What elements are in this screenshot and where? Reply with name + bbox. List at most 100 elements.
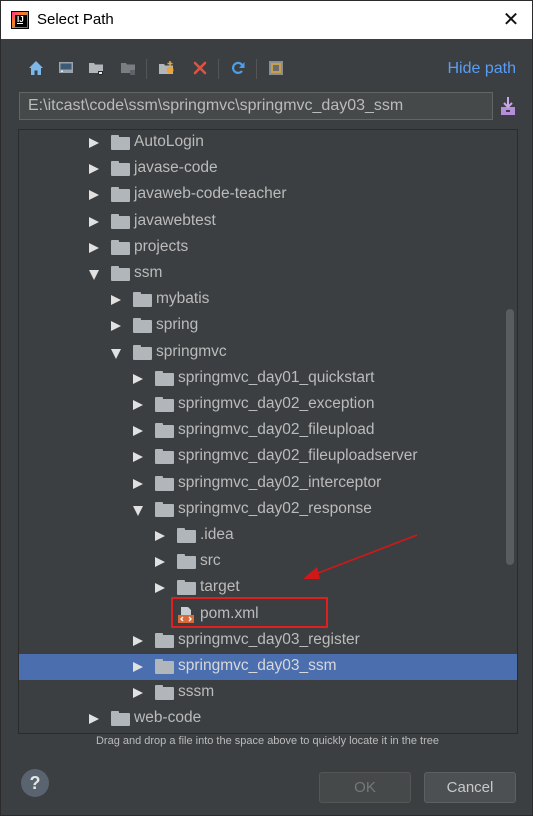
folder-icon — [155, 449, 174, 465]
tree-item-label: springmvc_day03_ssm — [178, 657, 337, 674]
tree-folder-item[interactable]: .idea — [19, 523, 517, 549]
collapsed-arrow-icon[interactable] — [155, 583, 165, 594]
tree-folder-item[interactable]: springmvc_day02_interceptor — [19, 471, 517, 497]
tree-item-label: projects — [134, 237, 189, 255]
folder-icon — [155, 501, 174, 517]
folder-icon — [111, 711, 130, 727]
folder-icon — [155, 659, 174, 674]
tree-folder-item[interactable]: AutoLogin — [19, 130, 517, 156]
tree-folder-item[interactable]: sssm — [19, 680, 517, 706]
help-button[interactable]: ? — [21, 769, 49, 797]
collapsed-arrow-icon[interactable] — [89, 216, 99, 227]
folder-icon — [155, 632, 174, 648]
tree-folder-item[interactable]: javase-code — [19, 156, 517, 182]
folder-icon — [111, 161, 130, 177]
delete-icon[interactable] — [189, 57, 211, 79]
show-hidden-icon[interactable] — [265, 57, 287, 79]
collapsed-arrow-icon[interactable] — [155, 557, 165, 568]
tree-item-label: springmvc — [156, 342, 227, 360]
path-input[interactable]: E:\itcast\code\ssm\springmvc\springmvc_d… — [19, 92, 493, 120]
tree-folder-item[interactable]: spring — [19, 313, 517, 339]
collapsed-arrow-icon[interactable] — [133, 400, 143, 410]
collapsed-arrow-icon[interactable] — [89, 164, 99, 175]
tree-folder-item[interactable]: springmvc_day02_fileuploadserver — [19, 444, 517, 470]
collapsed-arrow-icon[interactable] — [133, 662, 143, 672]
tree-folder-item[interactable]: springmvc_day02_response — [19, 497, 517, 523]
ok-button[interactable]: OK — [319, 772, 411, 803]
tree-folder-item[interactable]: mybatis — [19, 287, 517, 313]
expanded-arrow-icon[interactable] — [89, 270, 99, 280]
collapsed-arrow-icon[interactable] — [111, 321, 121, 332]
folder-icon — [177, 580, 196, 596]
tree-item-label: src — [200, 552, 221, 570]
collapsed-arrow-icon[interactable] — [133, 426, 143, 437]
folder-icon — [111, 266, 130, 281]
cancel-button[interactable]: Cancel — [424, 772, 516, 803]
collapsed-arrow-icon[interactable] — [133, 635, 143, 646]
folder-icon — [111, 187, 130, 203]
folder-icon — [111, 135, 130, 150]
tree-item-label: javaweb-code-teacher — [134, 185, 287, 203]
close-button[interactable]: ✕ — [496, 5, 526, 35]
collapsed-arrow-icon[interactable] — [155, 531, 165, 541]
tree-item-label: web-code — [134, 709, 202, 727]
folder-icon — [155, 370, 174, 386]
module-icon[interactable] — [117, 57, 139, 79]
tree-folder-item[interactable]: springmvc_day02_exception — [19, 392, 517, 418]
folder-icon — [155, 423, 174, 439]
tree-item-label: springmvc_day02_response — [178, 499, 372, 517]
tree-item-label: springmvc_day01_quickstart — [178, 368, 375, 386]
tree-item-label: spring — [156, 316, 199, 334]
tree-folder-item[interactable]: springmvc — [19, 340, 517, 366]
tree-folder-item[interactable]: projects — [19, 235, 517, 261]
folder-icon — [155, 475, 174, 491]
collapsed-arrow-icon[interactable] — [133, 373, 143, 384]
desktop-icon[interactable] — [55, 57, 77, 79]
folder-icon — [111, 239, 130, 255]
hide-path-link[interactable]: Hide path — [448, 60, 517, 78]
collapsed-arrow-icon[interactable] — [111, 295, 121, 306]
tree-folder-item[interactable]: src — [19, 549, 517, 575]
intellij-app-icon: IJ — [11, 11, 29, 29]
directory-tree[interactable]: AutoLogin javase-code javaweb-code-teacher… — [18, 129, 518, 734]
new-folder-icon[interactable] — [155, 57, 177, 79]
expanded-arrow-icon[interactable] — [111, 348, 121, 359]
collapsed-arrow-icon[interactable] — [133, 688, 143, 699]
tree-item-label: ssm — [134, 264, 163, 281]
annotation-arrow — [303, 534, 418, 579]
tree-item-label: target — [200, 578, 240, 596]
path-history-button[interactable] — [498, 95, 518, 117]
folder-icon — [177, 528, 196, 543]
folder-icon — [133, 318, 152, 334]
folder-icon — [111, 213, 130, 229]
collapsed-arrow-icon[interactable] — [133, 452, 143, 463]
collapsed-arrow-icon[interactable] — [89, 138, 99, 148]
tree-item-label: .idea — [200, 526, 234, 543]
window-title: Select Path — [37, 11, 114, 28]
tree-item-label: springmvc_day02_fileupload — [178, 421, 375, 439]
expanded-arrow-icon[interactable] — [133, 505, 143, 516]
collapsed-arrow-icon[interactable] — [89, 242, 99, 253]
tree-folder-item[interactable]: springmvc_day01_quickstart — [19, 366, 517, 392]
tree-item-label: springmvc_day03_register — [178, 630, 360, 648]
tree-item-label: mybatis — [156, 290, 210, 308]
tree-item-label: AutoLogin — [134, 133, 204, 150]
toolbar-separator — [218, 59, 219, 79]
tree-scrollbar[interactable] — [506, 309, 514, 565]
refresh-icon[interactable] — [227, 57, 249, 79]
home-icon[interactable] — [25, 57, 47, 79]
tree-folder-item[interactable]: springmvc_day02_fileupload — [19, 418, 517, 444]
tree-folder-item[interactable]: springmvc_day03_register — [19, 628, 517, 654]
tree-folder-item[interactable]: javawebtest — [19, 209, 517, 235]
tree-folder-item[interactable]: javaweb-code-teacher — [19, 182, 517, 208]
tree-folder-item[interactable]: ssm — [19, 261, 517, 287]
tree-folder-item[interactable]: web-code — [19, 706, 517, 732]
folder-icon — [133, 344, 152, 360]
select-path-dialog: IJ Select Path ✕ Hide path E:\itcast\cod… — [0, 0, 533, 816]
tree-folder-item[interactable]: springmvc_day03_ssm — [19, 654, 517, 680]
project-icon[interactable] — [85, 57, 107, 79]
collapsed-arrow-icon[interactable] — [89, 714, 99, 725]
collapsed-arrow-icon[interactable] — [89, 190, 99, 201]
collapsed-arrow-icon[interactable] — [133, 478, 143, 489]
tree-item-label: springmvc_day02_fileuploadserver — [178, 447, 418, 465]
